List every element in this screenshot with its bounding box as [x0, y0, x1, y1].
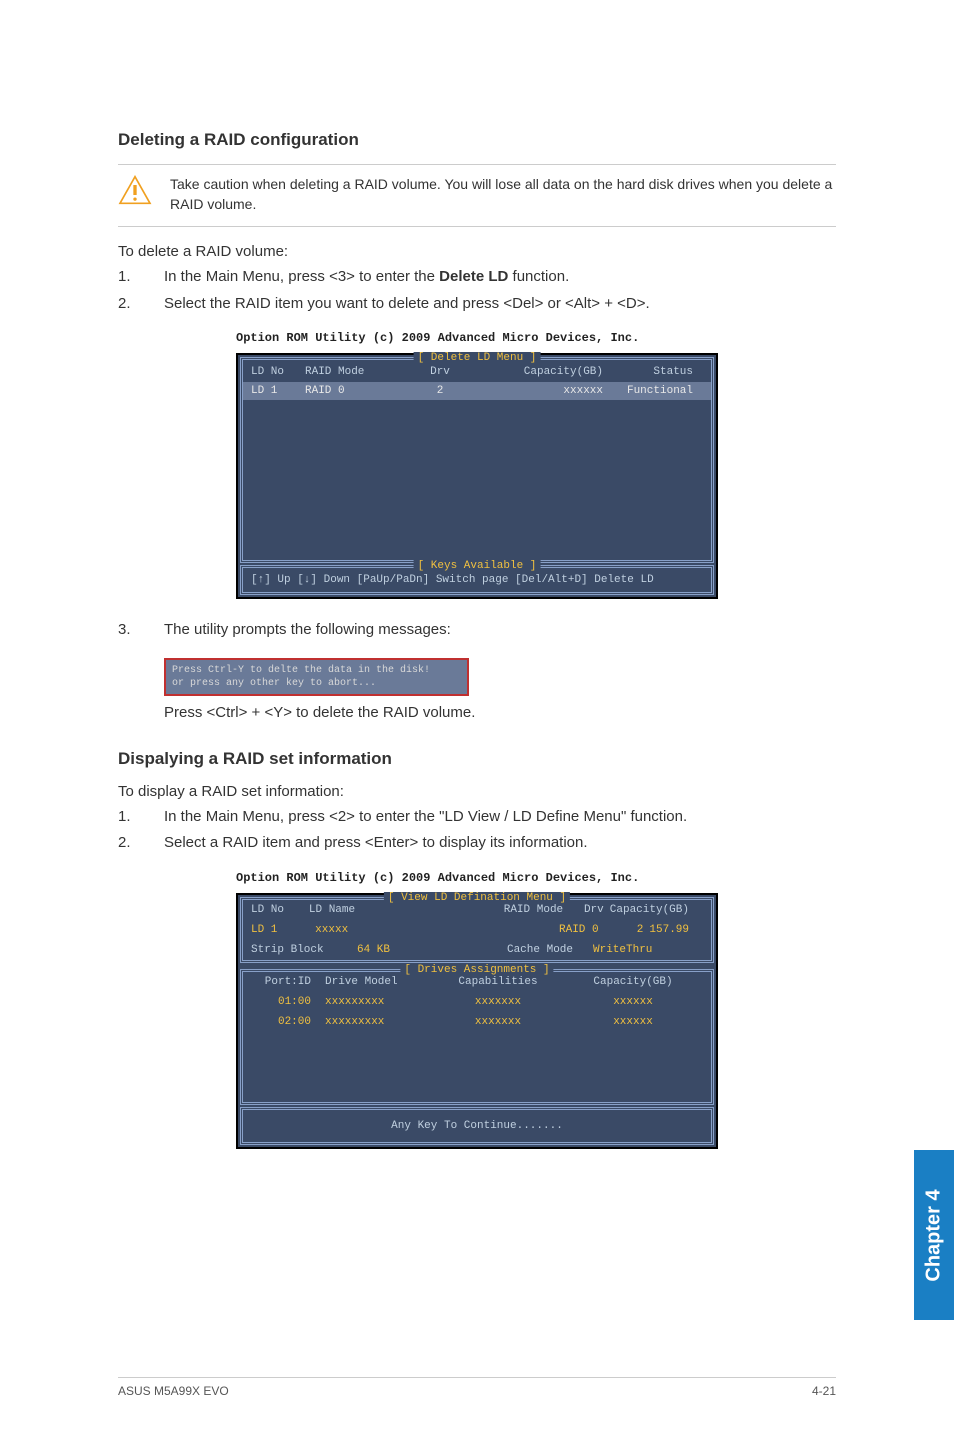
- dh-capab: Capabilities: [433, 976, 563, 988]
- th-cap: Capacity(GB): [483, 366, 603, 378]
- footer-right: 4-21: [812, 1384, 836, 1398]
- chapter-tab: Chapter 4: [914, 1150, 954, 1320]
- display-step-1: In the Main Menu, press <2> to enter the…: [118, 806, 836, 829]
- drives-empty-space: [243, 1032, 711, 1102]
- confirm-line-2: or press any other key to abort...: [172, 677, 461, 690]
- th-mode: RAID Mode: [305, 366, 397, 378]
- d2-model: xxxxxxxxx: [317, 1016, 427, 1028]
- iv-ldname: xxxxx: [315, 924, 412, 936]
- td-ldno: LD 1: [251, 385, 305, 397]
- d2-cap: xxxxxx: [569, 1016, 697, 1028]
- continue-text: Any Key To Continue.......: [391, 1120, 563, 1132]
- drive-row-2: 02:00 xxxxxxxxx xxxxxxx xxxxxx: [243, 1012, 711, 1032]
- d1-cap: xxxxxx: [569, 996, 697, 1008]
- td-status: Functional: [603, 385, 703, 397]
- d1-capab: xxxxxxx: [433, 996, 563, 1008]
- dh-model: Drive Model: [317, 976, 427, 988]
- d1-port: 01:00: [251, 996, 311, 1008]
- intro-display: To display a RAID set information:: [118, 783, 836, 800]
- confirm-prompt-box: Press Ctrl-Y to delte the data in the di…: [164, 658, 469, 696]
- drives-assign-title: [ Drives Assignments ]: [400, 964, 553, 976]
- step-1-post: function.: [508, 268, 569, 285]
- steps-display: In the Main Menu, press <2> to enter the…: [118, 806, 836, 855]
- ih-ldname: LD Name: [309, 904, 396, 916]
- ih-mode: RAID Mode: [494, 904, 563, 916]
- info-strip-row: Strip Block 64 KB Cache Mode WriteThru: [243, 940, 711, 960]
- step-1-bold: Delete LD: [439, 268, 508, 285]
- th-ldno: LD No: [251, 366, 305, 378]
- terminal-title-2: [ View LD Defination Menu ]: [384, 892, 570, 904]
- d2-capab: xxxxxxx: [433, 1016, 563, 1028]
- strip-lbl: Strip Block: [251, 944, 351, 956]
- intro-delete: To delete a RAID volume:: [118, 243, 836, 260]
- iv-mode: RAID 0: [521, 924, 599, 936]
- iv-cap: 157.99: [649, 924, 697, 936]
- terminal-selected-row: LD 1 RAID 0 2 xxxxxx Functional: [243, 382, 711, 400]
- iv-ldno: LD 1: [251, 924, 309, 936]
- post-confirm-text: Press <Ctrl> + <Y> to delete the RAID vo…: [164, 704, 836, 721]
- dh-port: Port:ID: [251, 976, 311, 988]
- steps-delete: In the Main Menu, press <3> to enter the…: [118, 266, 836, 315]
- section-heading-delete: Deleting a RAID configuration: [118, 130, 836, 150]
- th-status: Status: [603, 366, 703, 378]
- chapter-tab-label: Chapter 4: [923, 1189, 946, 1281]
- td-cap: xxxxxx: [483, 385, 603, 397]
- section-heading-display: Dispalying a RAID set information: [118, 749, 836, 769]
- step-3: The utility prompts the following messag…: [118, 619, 836, 642]
- page-footer: ASUS M5A99X EVO 4-21: [118, 1377, 836, 1398]
- ih-cap: Capacity(GB): [610, 904, 697, 916]
- d1-model: xxxxxxxxx: [317, 996, 427, 1008]
- display-step-2: Select a RAID item and press <Enter> to …: [118, 832, 836, 855]
- step-1: In the Main Menu, press <3> to enter the…: [118, 266, 836, 289]
- terminal-caption-2: Option ROM Utility (c) 2009 Advanced Mic…: [236, 871, 718, 885]
- td-drv: 2: [397, 385, 483, 397]
- terminal-caption-1: Option ROM Utility (c) 2009 Advanced Mic…: [236, 331, 718, 345]
- display-step-1-text: In the Main Menu, press <2> to enter the…: [164, 806, 687, 829]
- display-step-2-text: Select a RAID item and press <Enter> to …: [164, 832, 588, 855]
- footer-left: ASUS M5A99X EVO: [118, 1384, 229, 1398]
- ih-drv: Drv: [569, 904, 604, 916]
- cache-val: WriteThru: [579, 944, 697, 956]
- step-2: Select the RAID item you want to delete …: [118, 293, 836, 316]
- terminal-footer-keys: [↑] Up [↓] Down [PaUp/PaDn] Switch page …: [251, 574, 654, 586]
- step-3-text: The utility prompts the following messag…: [164, 619, 451, 642]
- cache-lbl: Cache Mode: [463, 944, 573, 956]
- terminal-footer-title: [ Keys Available ]: [414, 560, 541, 572]
- td-mode: RAID 0: [305, 385, 397, 397]
- terminal-footer-frame: [ Keys Available ] [↑] Up [↓] Down [PaUp…: [240, 565, 714, 595]
- terminal-view-ld: [ View LD Defination Menu ] LD No LD Nam…: [236, 893, 718, 1149]
- confirm-line-1: Press Ctrl-Y to delte the data in the di…: [172, 664, 461, 677]
- th-drv: Drv: [397, 366, 483, 378]
- caution-text: Take caution when deleting a RAID volume…: [170, 175, 836, 214]
- terminal-title-1: [ Delete LD Menu ]: [414, 352, 541, 364]
- info-value-row: LD 1 xxxxx RAID 0 2 157.99: [243, 920, 711, 940]
- warning-icon: [118, 175, 152, 205]
- d2-port: 02:00: [251, 1016, 311, 1028]
- dh-cap: Capacity(GB): [569, 976, 697, 988]
- ih-ldno: LD No: [251, 904, 303, 916]
- terminal-empty-space: [243, 400, 711, 560]
- caution-block: Take caution when deleting a RAID volume…: [118, 164, 836, 227]
- drive-row-1: 01:00 xxxxxxxxx xxxxxxx xxxxxx: [243, 992, 711, 1012]
- strip-val: 64 KB: [357, 944, 457, 956]
- iv-drv: 2: [605, 924, 644, 936]
- step-1-pre: In the Main Menu, press <3> to enter the: [164, 268, 439, 285]
- step-2-text: Select the RAID item you want to delete …: [164, 293, 650, 316]
- terminal-delete-ld: [ Delete LD Menu ] LD No RAID Mode Drv C…: [236, 353, 718, 599]
- terminal-continue: Any Key To Continue.......: [240, 1107, 714, 1145]
- steps-delete-3: The utility prompts the following messag…: [118, 619, 836, 642]
